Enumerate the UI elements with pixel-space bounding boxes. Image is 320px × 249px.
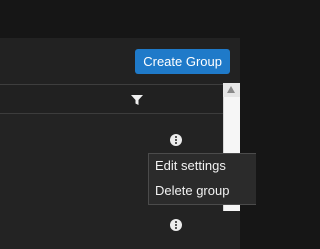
more-actions-icon[interactable]: [170, 134, 182, 146]
filter-icon[interactable]: [131, 95, 143, 105]
edit-settings-menu-item[interactable]: Edit settings: [149, 154, 256, 178]
scroll-up-arrow-icon[interactable]: [227, 86, 235, 93]
more-actions-icon[interactable]: [170, 219, 182, 231]
groups-panel: Create Group: [0, 38, 240, 249]
app-window: Create Group Edit settings Delete group: [0, 0, 256, 249]
table-header: [0, 85, 240, 114]
toolbar: Create Group: [0, 38, 240, 85]
delete-group-menu-item[interactable]: Delete group: [149, 179, 256, 203]
context-menu: Edit settings Delete group: [148, 153, 256, 205]
create-group-button[interactable]: Create Group: [135, 49, 230, 74]
